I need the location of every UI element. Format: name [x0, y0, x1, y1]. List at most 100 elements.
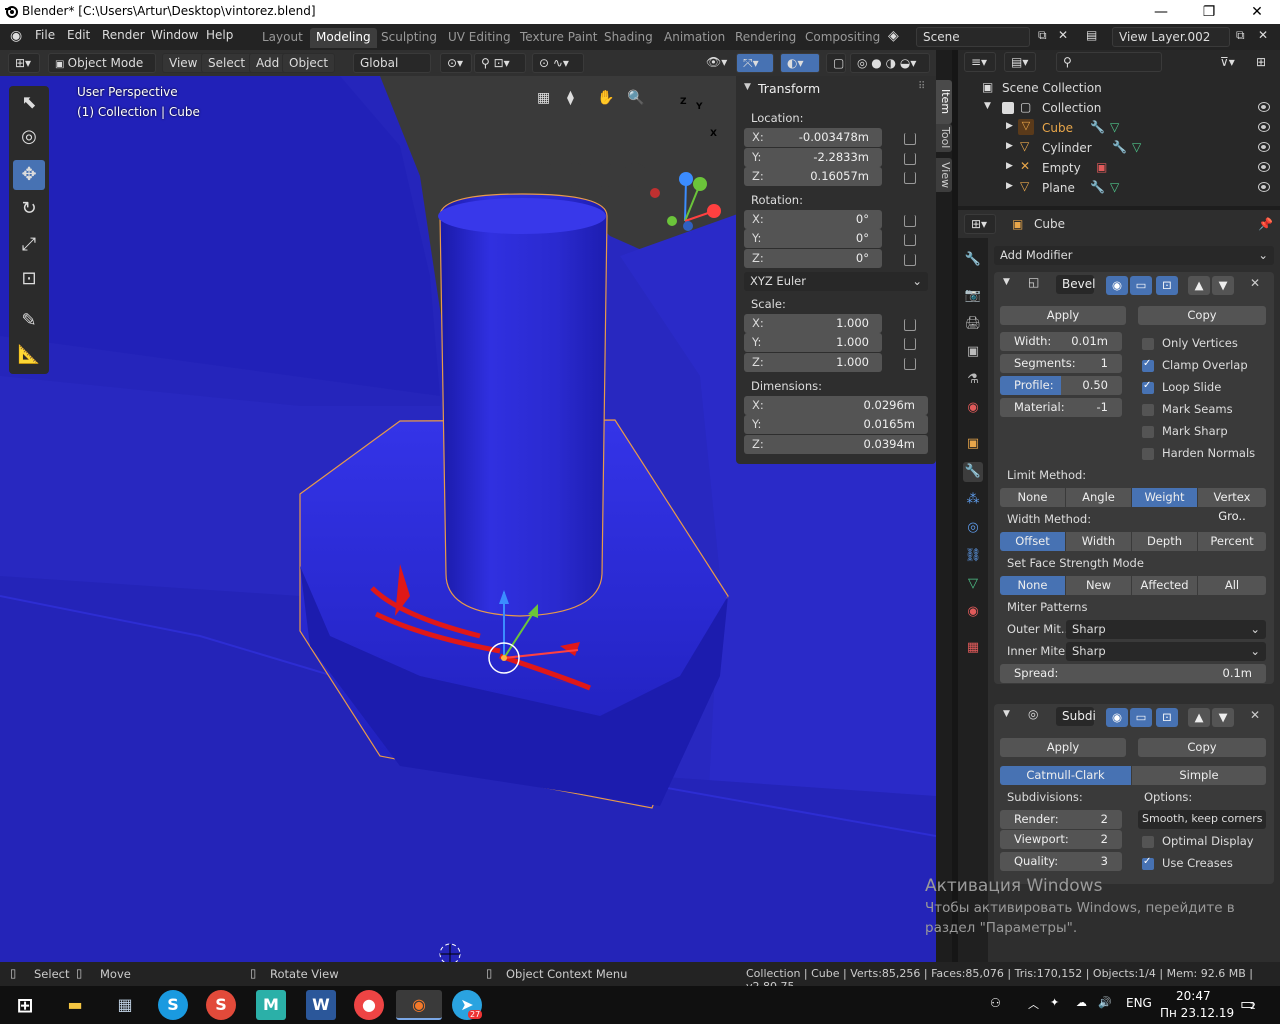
volume-icon[interactable]: 🔊: [1098, 996, 1112, 1009]
loop-slide-checkbox[interactable]: [1142, 380, 1154, 394]
modifier-wrench-icon[interactable]: 🔧: [1112, 140, 1127, 154]
bevel-name-field[interactable]: Bevel: [1056, 275, 1095, 294]
expand-arrow-icon[interactable]: ▶: [1006, 181, 1013, 191]
view-layer-icon[interactable]: ▤: [1086, 28, 1097, 42]
mesh-data-icon[interactable]: ▽: [1132, 140, 1141, 154]
outliner-item-cube[interactable]: ▶ ▽ Cube 🔧 ▽: [958, 118, 1280, 138]
scene-selector[interactable]: Scene: [916, 27, 1030, 47]
substance-icon[interactable]: S: [206, 990, 236, 1020]
visibility-icon[interactable]: 👁▾: [700, 53, 734, 73]
select-box-icon[interactable]: ⬉: [13, 88, 45, 118]
remove-modifier-icon[interactable]: ✕: [1250, 276, 1260, 290]
rotation-x-field[interactable]: X: 0°: [744, 210, 882, 229]
calculator-icon[interactable]: ▦: [110, 990, 140, 1020]
gizmo-toggle-icon[interactable]: ⤧▾: [736, 53, 774, 73]
mesh-data-icon[interactable]: ▽: [1110, 180, 1119, 194]
clock-time[interactable]: 20:47: [1176, 989, 1211, 1003]
physics-tab-icon[interactable]: ◎: [963, 518, 983, 538]
viewport-toggle-icon[interactable]: ▭: [1130, 276, 1152, 295]
scene-icon[interactable]: ◈: [888, 28, 899, 44]
menu-view[interactable]: View: [162, 53, 205, 73]
texture-tab-icon[interactable]: ▦: [963, 638, 983, 658]
mark-seams-checkbox[interactable]: [1142, 404, 1154, 416]
remove-modifier-icon[interactable]: ✕: [1250, 708, 1260, 722]
uv-smooth-select[interactable]: Smooth, keep corners: [1138, 810, 1266, 829]
lock-icon[interactable]: [904, 172, 916, 184]
face-new-button[interactable]: New: [1066, 576, 1132, 595]
collapse-arrow-icon[interactable]: ▼: [1003, 277, 1010, 287]
rotation-z-field[interactable]: Z: 0°: [744, 249, 882, 268]
maya-icon[interactable]: M: [256, 990, 286, 1020]
width-width-button[interactable]: Width: [1066, 532, 1132, 551]
expand-arrow-icon[interactable]: ▼: [984, 101, 991, 111]
onedrive-icon[interactable]: ☁: [1076, 996, 1087, 1009]
harden-normals-checkbox[interactable]: [1142, 448, 1154, 460]
particles-tab-icon[interactable]: ⁂: [963, 490, 983, 510]
blender-taskbar-icon[interactable]: ◉: [396, 990, 442, 1020]
pan-view-icon[interactable]: ✋: [597, 90, 614, 106]
location-x-field[interactable]: X: -0.003478m: [744, 128, 882, 147]
chrome-icon[interactable]: ●: [354, 990, 384, 1020]
view-layer-copy-icon[interactable]: ⧉: [1236, 28, 1245, 43]
render-toggle-icon[interactable]: ◉: [1106, 276, 1128, 295]
scale-tool-icon[interactable]: ⤢: [13, 230, 45, 260]
viewport-toggle-icon[interactable]: ▭: [1130, 708, 1152, 727]
visibility-eye-icon[interactable]: [1258, 182, 1270, 192]
catmull-clark-button[interactable]: Catmull-Clark: [1000, 766, 1132, 785]
add-modifier-dropdown[interactable]: Add Modifier ⌄: [994, 246, 1274, 265]
optimal-display-checkbox[interactable]: [1142, 836, 1154, 848]
render-toggle-icon[interactable]: ◉: [1106, 708, 1128, 727]
bevel-segments-field[interactable]: Segments: 1: [1000, 354, 1122, 373]
outer-miter-select[interactable]: Sharp ⌄: [1066, 620, 1266, 639]
expand-arrow-icon[interactable]: ▶: [1006, 121, 1013, 131]
render-tab-icon[interactable]: 📷: [963, 286, 983, 306]
menu-add[interactable]: Add: [249, 53, 287, 73]
rotate-tool-icon[interactable]: ↻: [13, 194, 45, 224]
bevel-profile-slider[interactable]: Profile: 0.50: [1000, 376, 1122, 395]
menu-file[interactable]: File: [35, 28, 55, 42]
face-none-button[interactable]: None: [1000, 576, 1066, 595]
outliner-item-empty[interactable]: ▶ ✕ Empty ▣: [958, 158, 1280, 178]
dimensions-x-field[interactable]: X: 0.0296m: [744, 396, 928, 415]
limit-angle-button[interactable]: Angle: [1066, 488, 1132, 507]
editmode-toggle-icon[interactable]: ⊡: [1156, 276, 1178, 295]
modifier-tab-icon[interactable]: 🔧: [963, 462, 983, 482]
scene-tab-icon[interactable]: ⚗: [963, 370, 983, 390]
subdivision-copy-button[interactable]: Copy: [1138, 738, 1266, 757]
menu-edit[interactable]: Edit: [67, 28, 90, 42]
output-tab-icon[interactable]: 🖨: [963, 314, 983, 334]
only-vertices-checkbox[interactable]: [1142, 338, 1154, 350]
outliner-item-plane[interactable]: ▶ ▽ Plane 🔧 ▽: [958, 178, 1280, 198]
face-affected-button[interactable]: Affected: [1132, 576, 1198, 595]
move-up-icon[interactable]: ▲: [1188, 708, 1210, 727]
rotation-mode-select[interactable]: XYZ Euler ⌄: [744, 272, 928, 291]
bevel-material-field[interactable]: Material: -1: [1000, 398, 1122, 417]
limit-weight-button[interactable]: Weight: [1132, 488, 1198, 507]
tool-settings-tab-icon[interactable]: 🔧: [963, 250, 983, 270]
tab-tool[interactable]: Tool: [936, 124, 952, 152]
tab-item[interactable]: Item: [936, 80, 952, 124]
visibility-eye-icon[interactable]: [1258, 142, 1270, 152]
bevel-width-field[interactable]: Width: 0.01m: [1000, 332, 1122, 351]
visibility-eye-icon[interactable]: [1258, 122, 1270, 132]
gizmo-y-icon[interactable]: Y: [696, 102, 703, 112]
view-layer-selector[interactable]: View Layer.002: [1112, 27, 1230, 47]
rotation-y-field[interactable]: Y: 0°: [744, 229, 882, 248]
minimize-button[interactable]: —: [1146, 2, 1176, 22]
tray-up-icon[interactable]: ︿: [1028, 996, 1039, 1012]
cursor-tool-icon[interactable]: ◎: [13, 122, 45, 152]
clamp-overlap-checkbox[interactable]: [1142, 358, 1154, 372]
tab-modeling[interactable]: Modeling: [310, 28, 377, 48]
tab-view[interactable]: View: [936, 158, 952, 192]
outliner-search-input[interactable]: ⚲: [1056, 52, 1162, 72]
tab-rendering[interactable]: Rendering: [729, 28, 802, 48]
xray-icon[interactable]: ▢: [826, 53, 846, 73]
view-layer-tab-icon[interactable]: ▣: [963, 342, 983, 362]
visibility-eye-icon[interactable]: [1258, 102, 1270, 112]
tab-uv-editing[interactable]: UV Editing: [442, 28, 517, 48]
width-depth-button[interactable]: Depth: [1132, 532, 1198, 551]
object-data-tab-icon[interactable]: ▽: [963, 574, 983, 594]
limit-none-button[interactable]: None: [1000, 488, 1066, 507]
camera-view-icon[interactable]: ⧫: [567, 90, 574, 106]
blender-menu-icon[interactable]: ◉: [10, 28, 22, 44]
